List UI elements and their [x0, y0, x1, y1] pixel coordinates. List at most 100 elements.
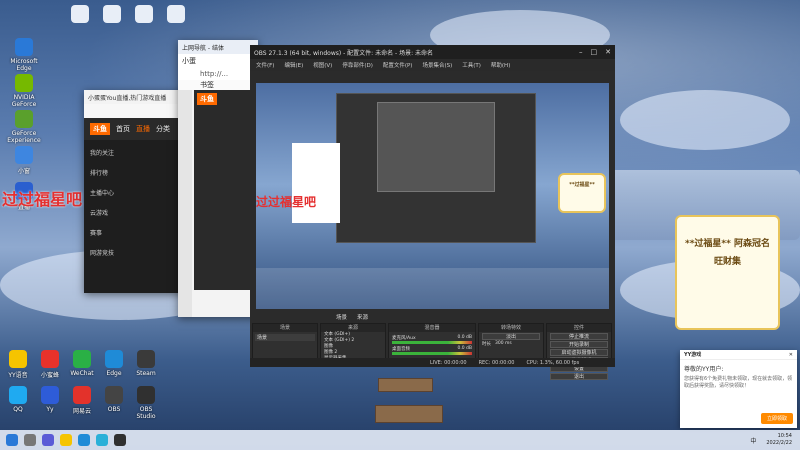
minimize-icon[interactable]: – — [579, 48, 583, 56]
tab-source[interactable]: 来源 — [357, 313, 368, 321]
app-icon — [15, 110, 33, 128]
transition-select[interactable]: 淡出 — [482, 333, 540, 340]
obs-icon[interactable] — [114, 434, 126, 446]
start-icon[interactable] — [6, 434, 18, 446]
desktop-icon[interactable]: Microsoft Edge — [2, 38, 46, 72]
scene-item[interactable]: 场景 — [255, 334, 315, 341]
dock-title: 场景 — [253, 324, 317, 332]
desktop-icon[interactable]: WeChat — [66, 350, 98, 377]
desktop-icon[interactable]: YY语音 — [2, 350, 34, 379]
preview-canvas[interactable]: 过过福星吧 **过福星** — [256, 83, 609, 309]
browser-side-rail — [178, 90, 192, 317]
desktop-icon[interactable]: Yy — [34, 386, 66, 413]
sidebar-item-online-games[interactable]: 网游竞技 — [90, 244, 188, 264]
browser-window-front[interactable]: 上网导航 - 结体 小蛋 http://... 书签 斗鱼 — [178, 40, 258, 317]
obs-window[interactable]: OBS 27.1.3 (64 bit, windows) - 配置文件: 未命名… — [250, 45, 615, 380]
track-name: 桌面音频 — [392, 347, 410, 352]
desktop-icon[interactable]: Steam — [130, 350, 162, 377]
nav-tab-live[interactable]: 直播 — [136, 124, 150, 134]
menu-item[interactable]: 场景集合(S) — [422, 61, 452, 69]
title-bar[interactable]: OBS 27.1.3 (64 bit, windows) - 配置文件: 未命名… — [250, 45, 615, 59]
file-explorer-icon[interactable] — [60, 434, 72, 446]
site-logo[interactable]: 斗鱼 — [90, 123, 110, 135]
menu-item[interactable]: 配置文件(P) — [383, 61, 413, 69]
sidebar-item-esports[interactable]: 赛事 — [90, 224, 188, 244]
nested-browser — [292, 143, 340, 223]
desktop-icon[interactable]: OBS — [98, 386, 130, 413]
site-logo[interactable]: 斗鱼 — [197, 93, 217, 105]
desktop-icon[interactable]: 小窗 — [2, 146, 46, 175]
window-title: 小蛋蛋You直播,热门游戏直播 — [88, 94, 167, 102]
menu-item[interactable]: 视图(V) — [313, 61, 332, 69]
desktop-icon[interactable]: NVIDIA GeForce — [2, 74, 46, 108]
preview-sign: **过福星** — [558, 173, 606, 213]
app-icon — [41, 386, 59, 404]
app-icon — [137, 386, 155, 404]
nav-tab-home[interactable]: 首页 — [116, 124, 130, 134]
tab-scene[interactable]: 场景 — [336, 313, 347, 321]
menu-bar: 文件(F) 编辑(E) 视图(V) 停靠部件(D) 配置文件(P) 场景集合(S) 工具(T… — [250, 59, 615, 71]
status-live: LIVE: 00:00:00 — [430, 359, 467, 366]
app-icon — [73, 350, 91, 368]
bookmark-bar: 书签 — [178, 80, 258, 90]
clock[interactable]: 10:54 2022/2/22 — [766, 433, 792, 447]
nav-tab-category[interactable]: 分类 — [156, 124, 170, 134]
desktop-icon[interactable]: Edge — [98, 350, 130, 377]
claim-button[interactable]: 立即领取 — [760, 413, 793, 424]
volume-slider[interactable] — [392, 341, 472, 344]
control-button[interactable]: 停止推流 — [550, 333, 608, 340]
menu-item[interactable]: 编辑(E) — [284, 61, 303, 69]
language-indicator[interactable]: 中 — [750, 436, 756, 445]
desktop-icon[interactable]: QQ — [2, 386, 34, 413]
dock-title: 转场特效 — [479, 324, 543, 332]
dock-transitions: 转场特效 淡出 时长 300 ms — [478, 323, 544, 363]
volume-slider[interactable] — [392, 352, 472, 355]
duration-row: 时长 300 ms — [479, 341, 543, 347]
maximize-icon[interactable]: □ — [591, 48, 598, 56]
task-view-icon[interactable] — [42, 434, 54, 446]
sidebar-item-host-center[interactable]: 主播中心 — [90, 184, 188, 204]
app-icon — [9, 350, 27, 368]
sidebar-item-follow[interactable]: 我的关注 — [90, 144, 188, 164]
bookmark-item[interactable]: 书签 — [200, 81, 214, 89]
close-icon[interactable]: ✕ — [605, 48, 611, 56]
desktop-icon[interactable] — [154, 5, 198, 25]
notification-header: YY游戏 ✕ — [680, 350, 797, 360]
tab-2[interactable]: 小蛋 — [182, 56, 196, 66]
edge-icon[interactable] — [78, 434, 90, 446]
address-bar[interactable]: http://... — [178, 68, 258, 80]
desktop-icon[interactable]: OBS Studio — [130, 386, 162, 420]
control-button[interactable]: 退出 — [550, 373, 608, 380]
search-icon[interactable] — [24, 434, 36, 446]
sidebar-item-rank[interactable]: 排行榜 — [90, 164, 188, 184]
desktop-icon-label: WeChat — [70, 370, 94, 377]
close-icon[interactable]: ✕ — [789, 352, 793, 358]
preview-overlay-text: 过过福星吧 — [256, 195, 317, 209]
menu-item[interactable]: 停靠部件(D) — [342, 61, 373, 69]
app-icon — [41, 350, 59, 368]
duration-input[interactable]: 300 ms — [495, 341, 512, 347]
nested-preview-inner — [377, 102, 495, 192]
desktop-icon[interactable]: GeForce Experience — [2, 110, 46, 144]
desktop-icon[interactable]: 小蜜蜂 — [34, 350, 66, 379]
address-input[interactable]: http://... — [200, 70, 228, 78]
track-db: 0.0 dB — [457, 335, 472, 340]
menu-item[interactable]: 工具(T) — [462, 61, 481, 69]
taskbar: 中 10:54 2022/2/22 — [0, 430, 800, 450]
control-button[interactable]: 启动虚拟摄像机 — [550, 349, 608, 356]
title-bar[interactable]: 上网导航 - 结体 — [178, 40, 258, 54]
desktop-icon[interactable]: 网易云 — [66, 386, 98, 415]
desktop-icon-label: QQ — [13, 406, 23, 413]
browser-icon[interactable] — [96, 434, 108, 446]
control-button[interactable]: 开始录制 — [550, 341, 608, 348]
app-icon — [105, 386, 123, 404]
nested-preview — [336, 93, 536, 243]
desktop-icon-label: YY语音 — [8, 372, 28, 379]
menu-item[interactable]: 帮助(H) — [491, 61, 510, 69]
dock-title: 来源 — [321, 324, 385, 332]
sidebar-item-cloud-game[interactable]: 云游戏 — [90, 204, 188, 224]
menu-item[interactable]: 文件(F) — [256, 61, 274, 69]
notification-popup[interactable]: YY游戏 ✕ 尊敬的YY用户: 您获得有6个免费礼物未领取，现在就去领取，领取后… — [680, 350, 797, 428]
bridge-plank — [375, 405, 443, 423]
preview-icons-row — [256, 268, 609, 309]
